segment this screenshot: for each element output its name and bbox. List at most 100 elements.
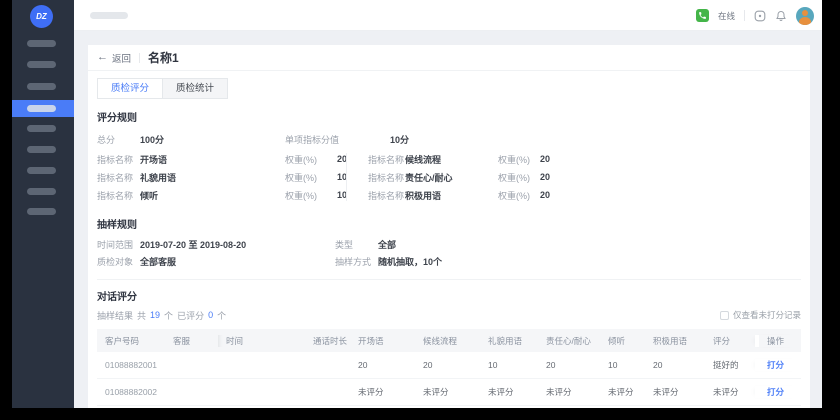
scored-count: 0 [208,310,213,320]
cell-score: 20 [645,360,705,370]
cell-score: 未评分 [645,386,705,398]
cell-rating: 挺好的 [705,359,755,371]
cell-score: 10 [600,360,645,370]
sample-result-summary: 抽样结果 共 19 个 已评分 0 个 [97,309,226,322]
col-header-time: 时间 [218,335,305,347]
back-arrow-icon[interactable]: ← [97,52,108,63]
sidebar-item[interactable] [27,208,56,215]
col-header-listening: 倾听 [600,335,645,347]
filter-label: 仅查看未打分记录 [733,309,801,321]
cell-action: 打分 [755,359,800,371]
sidebar-item[interactable] [27,125,56,132]
filter-checkbox[interactable] [720,311,729,320]
col-header-queue: 候线流程 [415,335,480,347]
cell-score: 20 [350,360,415,370]
filter-unscored-toggle[interactable]: 仅查看未打分记录 [720,309,801,321]
indicator-row: 指标名称 开场语 权重(%) 20 指标名称 候线流程 权重(%) 20 [97,150,801,168]
indicator-name-label: 指标名称 [97,153,140,166]
cell-score: 未评分 [415,386,480,398]
total-unit: 个 [164,309,173,322]
sidebar-item[interactable] [27,40,56,47]
weight-label: 权重(%) [498,189,540,202]
indicator-name-label: 指标名称 [368,171,405,184]
weight-label: 权重(%) [285,189,337,202]
phone-status-icon[interactable] [696,9,709,22]
cell-score: 20 [415,360,480,370]
sidebar-item[interactable] [27,61,56,68]
sidebar-item[interactable] [27,167,56,174]
object-value: 全部客服 [140,255,335,268]
col-header-opening: 开场语 [350,335,415,347]
sidebar-item[interactable] [27,83,56,90]
cell-action: 打分 [755,386,800,398]
scored-label: 已评分 [177,309,204,322]
avatar-head [802,10,808,16]
single-indicator-value: 10分 [390,133,409,146]
dialog-summary-row: 抽样结果 共 19 个 已评分 0 个 仅查看未打分记录 [88,308,810,322]
help-icon[interactable] [754,10,766,22]
app-window: DZ 在线 [12,0,822,408]
score-button[interactable]: 打分 [767,387,784,397]
col-header-action: 操作 [755,335,800,347]
col-header-agent: 客服 [165,335,218,347]
object-label: 质检对象 [97,255,140,268]
indicator-column-divider [346,153,347,201]
cell-score: 20 [538,360,600,370]
tab-quality-scoring[interactable]: 质检评分 [97,78,162,99]
main-card: ← 返回 名称1 质检评分 质检统计 评分规则 总分 100分 单项指标分值 1… [88,45,810,408]
type-label: 类型 [335,238,378,251]
topbar: 在线 [74,0,822,31]
cell-phone: 01088882002 [97,387,165,397]
dialog-table: 客户号码 客服 时间 通话时长 开场语 候线流程 礼貌用语 责任心/耐心 倾听 … [97,329,801,408]
sidebar-item-active[interactable] [12,100,74,117]
col-header-score: 评分 [705,335,755,347]
sampling-rules-title: 抽样规则 [97,216,801,231]
sidebar-item[interactable] [27,146,56,153]
user-avatar[interactable] [796,7,814,25]
time-range-label: 时间范围 [97,238,140,251]
screenshot-frame: DZ 在线 [0,0,840,420]
weight-value: 10 [337,190,357,200]
total-score-label: 总分 [97,133,140,146]
topbar-right: 在线 [696,0,814,31]
table-header-row: 客户号码 客服 时间 通话时长 开场语 候线流程 礼貌用语 责任心/耐心 倾听 … [97,329,801,352]
back-button[interactable]: 返回 [112,51,131,65]
avatar-body [799,17,811,25]
dialog-scoring-title: 对话评分 [97,288,801,303]
bell-icon[interactable] [775,10,787,22]
cell-score: 10 [480,360,538,370]
section-divider [97,279,801,280]
indicator-name-value: 积极用语 [405,189,498,202]
page-title: 名称1 [148,49,179,66]
indicator-name-label: 指标名称 [368,189,405,202]
cell-score: 未评分 [538,386,600,398]
total-prefix: 共 [137,309,146,322]
breadcrumb-placeholder [90,12,128,19]
indicator-name-value: 倾听 [140,189,285,202]
weight-label: 权重(%) [498,153,540,166]
online-status-label: 在线 [718,10,735,22]
sidebar-item[interactable] [27,188,56,195]
weight-label: 权重(%) [498,171,540,184]
sample-result-label: 抽样结果 [97,309,133,322]
scoring-rules-title: 评分规则 [97,109,801,124]
col-header-phone: 客户号码 [97,335,165,347]
score-button[interactable]: 打分 [767,360,784,370]
weight-value: 20 [337,154,357,164]
weight-value: 20 [540,190,560,200]
method-label: 抽样方式 [335,255,378,268]
col-header-positive: 积极用语 [645,335,705,347]
col-header-polite: 礼貌用语 [480,335,538,347]
weight-value: 20 [540,154,560,164]
indicator-row: 指标名称 倾听 权重(%) 10 指标名称 积极用语 权重(%) 20 [97,186,801,204]
weight-value: 20 [540,172,560,182]
cell-rating: 未评分 [705,386,755,398]
single-indicator-label: 单项指标分值 [285,133,390,146]
indicator-name-label: 指标名称 [97,171,140,184]
tab-quality-statistics[interactable]: 质检统计 [162,78,228,99]
sampling-rows: 时间范围 2019-07-20 至 2019-08-20 类型 全部 质检对象 … [88,236,810,270]
total-count: 19 [150,310,160,320]
title-divider [139,53,140,63]
page-header: ← 返回 名称1 [88,45,810,71]
scored-unit: 个 [217,309,226,322]
